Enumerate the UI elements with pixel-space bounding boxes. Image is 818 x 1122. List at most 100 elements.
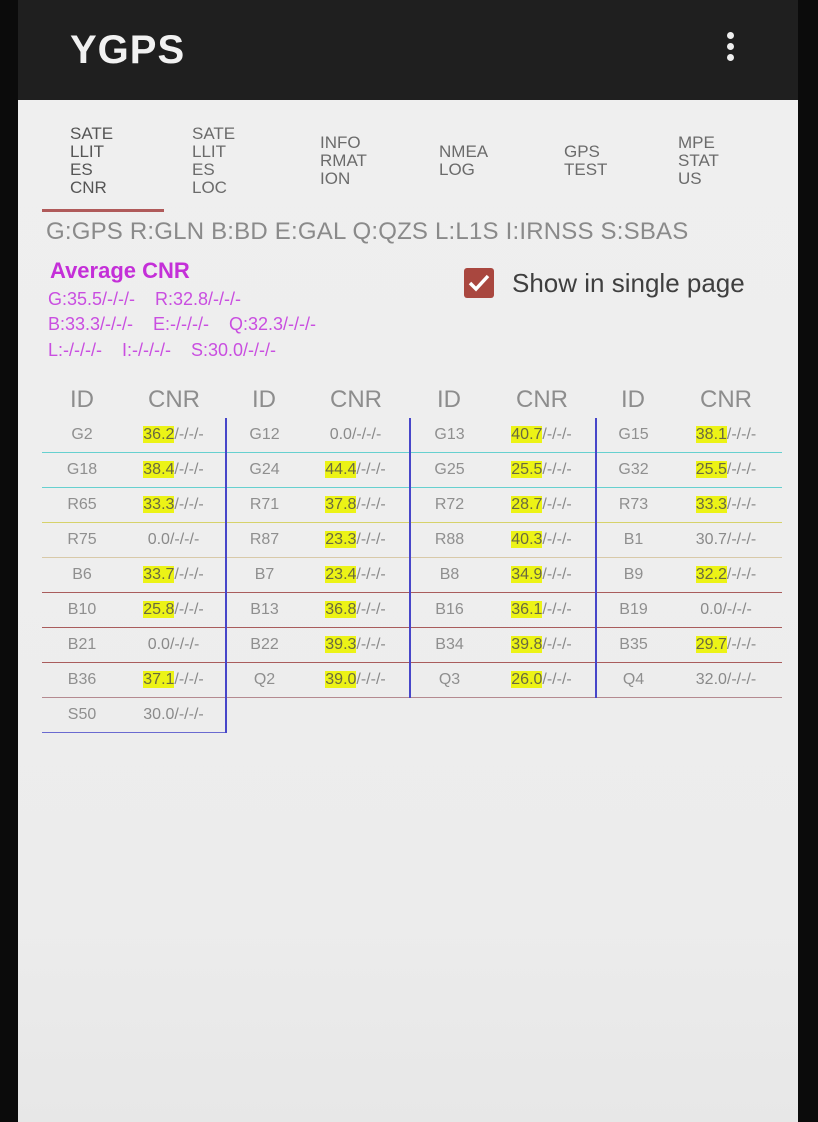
cnr-suffix: /-/-/- [542, 601, 572, 618]
cnr-value-cell: 34.9/-/-/- [488, 557, 597, 593]
satellite-id-cell: B36 [42, 662, 122, 698]
satellite-id-cell: B22 [226, 627, 302, 663]
cnr-suffix: /-/-/- [726, 671, 757, 688]
constellation-legend: G:GPS R:GLN B:BD E:GAL Q:QZS L:L1S I:IRN… [46, 218, 689, 245]
header-cnr: CNR [700, 386, 752, 413]
cnr-value: 32.0 [695, 671, 727, 688]
satellite-id-cell: B6 [42, 557, 122, 593]
cnr-suffix: /-/-/- [169, 636, 200, 653]
tab-satellites-loc[interactable]: SATE LLIT ES LOC [192, 112, 235, 210]
table-row: S50 30.0/-/-/- [42, 697, 782, 733]
cnr-suffix: /-/-/- [356, 461, 386, 478]
satellite-id-cell: R73 [596, 487, 670, 523]
header-cnr: CNR [330, 386, 382, 413]
checkmark-icon [468, 274, 490, 292]
cnr-value: 32.2 [695, 566, 727, 583]
table-header-row: ID CNR ID CNR ID CNR ID CNR [42, 382, 782, 418]
satellite-id-cell: B9 [596, 557, 670, 593]
header-id: ID [252, 386, 276, 413]
satellite-id-cell: B13 [226, 592, 302, 628]
table-row: G18 38.4/-/-/- G24 44.4/-/-/- G25 25.5/-/-/- G… [42, 452, 782, 488]
satellite-id-cell: R65 [42, 487, 122, 523]
satellite-id-cell: B7 [226, 557, 302, 593]
header-id: ID [621, 386, 645, 413]
satellite-id-cell: G18 [42, 452, 122, 488]
cnr-value-cell: 33.7/-/-/- [122, 557, 227, 593]
cnr-suffix: /-/-/- [542, 671, 572, 688]
tab-mpe-status[interactable]: MPE STAT US [678, 112, 719, 210]
average-cnr-line-2: B:33.3/-/-/- E:-/-/-/- Q:32.3/-/-/- [48, 314, 317, 334]
cnr-suffix: /-/-/- [542, 566, 572, 583]
cnr-value-cell: 0.0/-/-/- [670, 592, 782, 628]
satellite-id-cell: R88 [410, 522, 488, 558]
satellite-id-cell: G15 [596, 418, 670, 453]
table-row: B36 37.1/-/-/- Q2 39.0/-/-/- Q3 26.0/-/-/- Q4 3… [42, 662, 782, 698]
cnr-value: 25.5 [695, 461, 727, 478]
cnr-value: 36.2 [143, 426, 175, 443]
cnr-suffix: /-/-/- [726, 566, 757, 583]
cnr-value: 30.0 [143, 706, 175, 723]
cnr-value-cell: 30.0/-/-/- [122, 697, 227, 733]
cnr-value-cell: 29.7/-/-/- [670, 627, 782, 663]
cnr-value: 33.3 [695, 496, 727, 513]
cnr-value-cell: 36.8/-/-/- [302, 592, 411, 628]
cnr-value-cell: 38.4/-/-/- [122, 452, 227, 488]
cnr-suffix: /-/-/- [174, 426, 204, 443]
satellite-id-cell: S50 [42, 697, 122, 733]
cnr-value: 28.7 [511, 496, 543, 513]
satellite-id-cell: R71 [226, 487, 302, 523]
cnr-table-body: G2 36.2/-/-/- G12 0.0/-/-/- G13 40.7/-/-/- G15… [42, 418, 782, 733]
cnr-suffix: /-/-/- [726, 461, 757, 478]
cnr-suffix: /-/-/- [356, 601, 386, 618]
cnr-suffix: /-/-/- [726, 531, 757, 548]
cnr-suffix: /-/-/- [356, 636, 386, 653]
show-single-page-label[interactable]: Show in single page [512, 268, 745, 299]
cnr-value: 36.1 [511, 601, 543, 618]
cnr-value-cell: 28.7/-/-/- [488, 487, 597, 523]
cnr-value-cell: 39.3/-/-/- [302, 627, 411, 663]
cnr-value: 33.3 [143, 496, 175, 513]
cnr-table: ID CNR ID CNR ID CNR ID CNR G2 36.2/-/-/-… [42, 382, 782, 733]
satellite-id-cell: R75 [42, 522, 122, 558]
cnr-value: 30.7 [695, 531, 727, 548]
cnr-suffix: /-/-/- [726, 426, 757, 443]
satellite-id-cell: G2 [42, 418, 122, 453]
satellite-id-cell: Q3 [410, 662, 488, 698]
cnr-suffix: /-/-/- [174, 496, 204, 513]
cnr-suffix: /-/-/- [722, 601, 752, 618]
more-vert-icon[interactable] [724, 32, 736, 66]
cnr-value-cell: 0.0/-/-/- [302, 418, 411, 453]
show-single-page-checkbox[interactable] [464, 268, 494, 298]
cnr-value-cell: 39.0/-/-/- [302, 662, 411, 698]
tab-information[interactable]: INFO RMAT ION [320, 112, 367, 210]
cnr-value-cell: 33.3/-/-/- [670, 487, 782, 523]
cnr-value-cell: 33.3/-/-/- [122, 487, 227, 523]
cnr-value: 40.7 [511, 426, 543, 443]
cnr-value-cell: 26.0/-/-/- [488, 662, 597, 698]
tab-gps-test[interactable]: GPS TEST [564, 112, 607, 210]
cnr-value-cell: 40.3/-/-/- [488, 522, 597, 558]
table-row: G2 36.2/-/-/- G12 0.0/-/-/- G13 40.7/-/-/- G15… [42, 418, 782, 453]
table-row: R75 0.0/-/-/- R87 23.3/-/-/- R88 40.3/-/-/- B1… [42, 522, 782, 558]
cnr-value-cell: 32.2/-/-/- [670, 557, 782, 593]
cnr-value: 38.1 [695, 426, 727, 443]
cnr-suffix: /-/-/- [351, 426, 382, 443]
cnr-value: 25.5 [511, 461, 543, 478]
cnr-suffix: /-/-/- [174, 601, 204, 618]
cnr-suffix: /-/-/- [542, 636, 572, 653]
tab-bar: SATE LLIT ES CNR SATE LLIT ES LOC INFO R… [42, 112, 782, 212]
cnr-value-cell: 37.1/-/-/- [122, 662, 227, 698]
cnr-value-cell: 36.2/-/-/- [122, 418, 227, 453]
cnr-value-cell: 23.3/-/-/- [302, 522, 411, 558]
tab-satellites-cnr[interactable]: SATE LLIT ES CNR [70, 112, 113, 210]
cnr-value: 37.8 [325, 496, 357, 513]
header-id: ID [437, 386, 461, 413]
tab-nmea-log[interactable]: NMEA LOG [439, 112, 488, 210]
cnr-suffix: /-/-/- [174, 461, 204, 478]
app-title: YGPS [70, 28, 186, 72]
satellite-id-cell: G13 [410, 418, 488, 453]
satellite-id-cell: B1 [596, 522, 670, 558]
header-id: ID [70, 386, 94, 413]
cnr-value: 0.0 [147, 531, 170, 548]
average-cnr-line-3: L:-/-/-/- I:-/-/-/- S:30.0/-/-/- [48, 340, 277, 360]
